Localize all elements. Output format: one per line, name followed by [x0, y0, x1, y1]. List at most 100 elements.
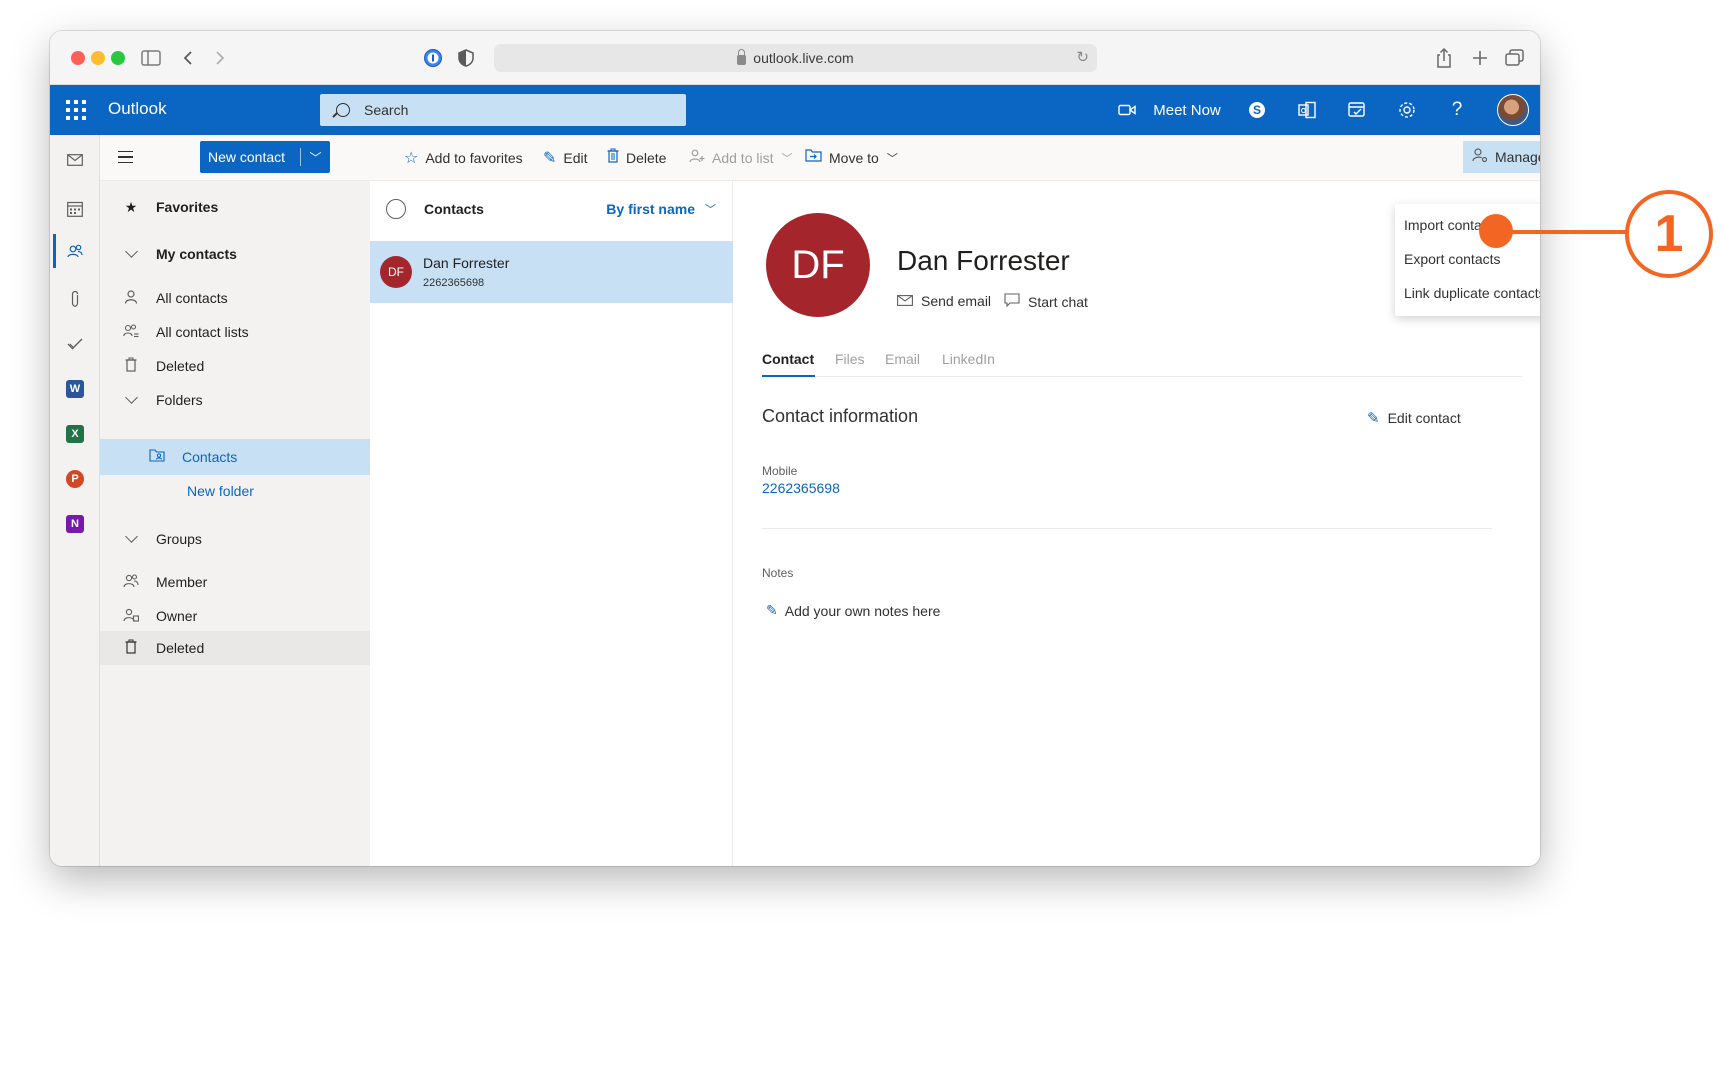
back-icon[interactable]	[176, 45, 200, 71]
select-all-checkbox[interactable]	[386, 199, 406, 219]
chevron-down-icon: ﹀	[781, 153, 793, 165]
callout-dot	[1479, 214, 1513, 248]
add-to-list-button[interactable]: Add to list ﹀	[689, 147, 792, 169]
mobile-label: Mobile	[762, 464, 798, 478]
add-notes-button[interactable]: ✎ Add your own notes here	[766, 602, 940, 619]
people-list-icon	[116, 323, 146, 341]
pencil-icon: ✎	[766, 602, 778, 618]
new-tab-icon[interactable]	[1468, 45, 1492, 71]
rail-selection-indicator	[53, 234, 56, 268]
meet-now-button[interactable]: Meet Now	[1152, 95, 1222, 125]
contact-row[interactable]: DF Dan Forrester 2262365698	[370, 241, 733, 303]
chevron-down-icon[interactable]: ﹀	[301, 149, 330, 166]
office-apps-icon[interactable]: O	[1295, 95, 1319, 125]
search-input[interactable]: Search	[320, 94, 686, 126]
edit-contact-button[interactable]: ✎ Edit contact	[1367, 409, 1461, 427]
reload-icon[interactable]: ↻	[1076, 48, 1089, 66]
minimize-window-button[interactable]	[91, 51, 105, 65]
callout-step-badge: 1	[1625, 190, 1713, 278]
sort-dropdown[interactable]: By first name ﹀	[606, 201, 716, 217]
todo-check-icon[interactable]	[63, 332, 87, 356]
url-text: outlook.live.com	[753, 50, 854, 66]
delete-button[interactable]: Delete	[607, 147, 666, 169]
groups-owner-item[interactable]: Owner	[100, 598, 370, 634]
onenote-icon[interactable]: N	[63, 512, 87, 536]
people-add-icon	[689, 149, 705, 168]
contact-detail-tabs: Contact Files Email LinkedIn	[762, 341, 1522, 377]
person-icon	[116, 289, 146, 307]
mail-icon[interactable]	[63, 148, 87, 172]
new-contact-label: New contact	[208, 149, 286, 165]
groups-deleted-item[interactable]: Deleted	[100, 631, 370, 665]
tab-files[interactable]: Files	[835, 351, 865, 367]
tab-linkedin[interactable]: LinkedIn	[942, 351, 995, 367]
forward-icon[interactable]	[208, 45, 232, 71]
folder-pane: ★ Favorites My contacts All contacts All…	[100, 181, 370, 866]
callout-line	[1508, 230, 1629, 234]
search-placeholder: Search	[364, 102, 409, 118]
trash-icon	[607, 148, 619, 168]
app-launcher-icon[interactable]	[66, 100, 86, 120]
lock-icon	[737, 49, 747, 65]
calendar-icon[interactable]	[63, 197, 87, 221]
paperclip-icon[interactable]	[63, 287, 87, 311]
add-to-favorites-button[interactable]: ☆ Add to favorites	[404, 147, 523, 169]
trash-icon	[116, 357, 146, 375]
contacts-folder-item[interactable]: Contacts	[100, 439, 370, 475]
my-contacts-section[interactable]: My contacts	[100, 236, 370, 272]
contact-detail-name: Dan Forrester	[897, 245, 1070, 276]
star-filled-icon: ★	[124, 198, 138, 215]
contact-list-pane: Contacts By first name ﹀ DF Dan Forreste…	[370, 181, 733, 866]
help-button[interactable]: ?	[1445, 95, 1469, 125]
all-contact-lists-item[interactable]: All contact lists	[100, 314, 370, 350]
groups-section[interactable]: Groups	[100, 521, 370, 557]
share-icon[interactable]	[1432, 45, 1456, 71]
chat-icon	[1004, 293, 1020, 310]
powerpoint-icon[interactable]: P	[63, 467, 87, 491]
people-icon[interactable]	[63, 239, 87, 263]
my-day-icon[interactable]	[1345, 95, 1369, 125]
sidebar-toggle-icon[interactable]	[138, 45, 164, 71]
chevron-down-icon: ﹀	[886, 153, 898, 165]
favorites-section[interactable]: ★ Favorites	[100, 189, 370, 225]
groups-member-item[interactable]: Member	[100, 564, 370, 600]
tab-contact[interactable]: Contact	[762, 351, 814, 367]
app-name[interactable]: Outlook	[108, 99, 167, 119]
send-email-button[interactable]: Send email	[897, 293, 991, 309]
privacy-shield-icon[interactable]	[454, 45, 478, 71]
manage-button[interactable]: Manage ﹀	[1463, 141, 1540, 173]
notes-label: Notes	[762, 566, 794, 580]
app-rail: W X P N	[50, 135, 100, 866]
export-contacts-menu-item[interactable]: Export contacts	[1404, 251, 1501, 267]
browser-window: outlook.live.com ↻ Outlook Search Meet N…	[50, 31, 1540, 866]
deleted-contacts-item[interactable]: Deleted	[100, 348, 370, 384]
start-chat-button[interactable]: Start chat	[1004, 293, 1088, 310]
password-manager-icon[interactable]	[421, 45, 445, 71]
account-avatar[interactable]	[1497, 94, 1529, 126]
word-icon[interactable]: W	[63, 377, 87, 401]
excel-icon[interactable]: X	[63, 422, 87, 446]
skype-icon[interactable]: S	[1245, 95, 1269, 125]
settings-gear-icon[interactable]	[1395, 95, 1419, 125]
tab-email[interactable]: Email	[885, 351, 920, 367]
all-contacts-item[interactable]: All contacts	[100, 280, 370, 316]
pencil-icon: ✎	[1367, 410, 1380, 427]
contact-list-header: Contacts By first name ﹀	[370, 181, 732, 237]
new-contact-button[interactable]: New contact ﹀	[200, 141, 330, 173]
hamburger-menu-icon[interactable]	[118, 151, 133, 163]
address-bar[interactable]: outlook.live.com ↻	[494, 44, 1097, 72]
outlook-header: Outlook Search Meet Now S O ?	[50, 85, 1540, 135]
link-duplicate-contacts-menu-item[interactable]: Link duplicate contacts	[1404, 285, 1540, 301]
folders-section[interactable]: Folders	[100, 382, 370, 418]
tab-overview-icon[interactable]	[1503, 45, 1527, 71]
close-window-button[interactable]	[71, 51, 85, 65]
chevron-down-icon	[124, 391, 138, 404]
move-to-button[interactable]: Move to ﹀	[805, 147, 898, 169]
contact-card-icon	[142, 449, 172, 465]
video-camera-icon[interactable]	[1116, 95, 1138, 125]
zoom-window-button[interactable]	[111, 51, 125, 65]
mobile-value[interactable]: 2262365698	[762, 480, 840, 496]
contact-row-phone: 2262365698	[423, 277, 485, 289]
new-folder-link[interactable]: New folder	[100, 473, 370, 509]
edit-button[interactable]: ✎ Edit	[543, 147, 588, 169]
